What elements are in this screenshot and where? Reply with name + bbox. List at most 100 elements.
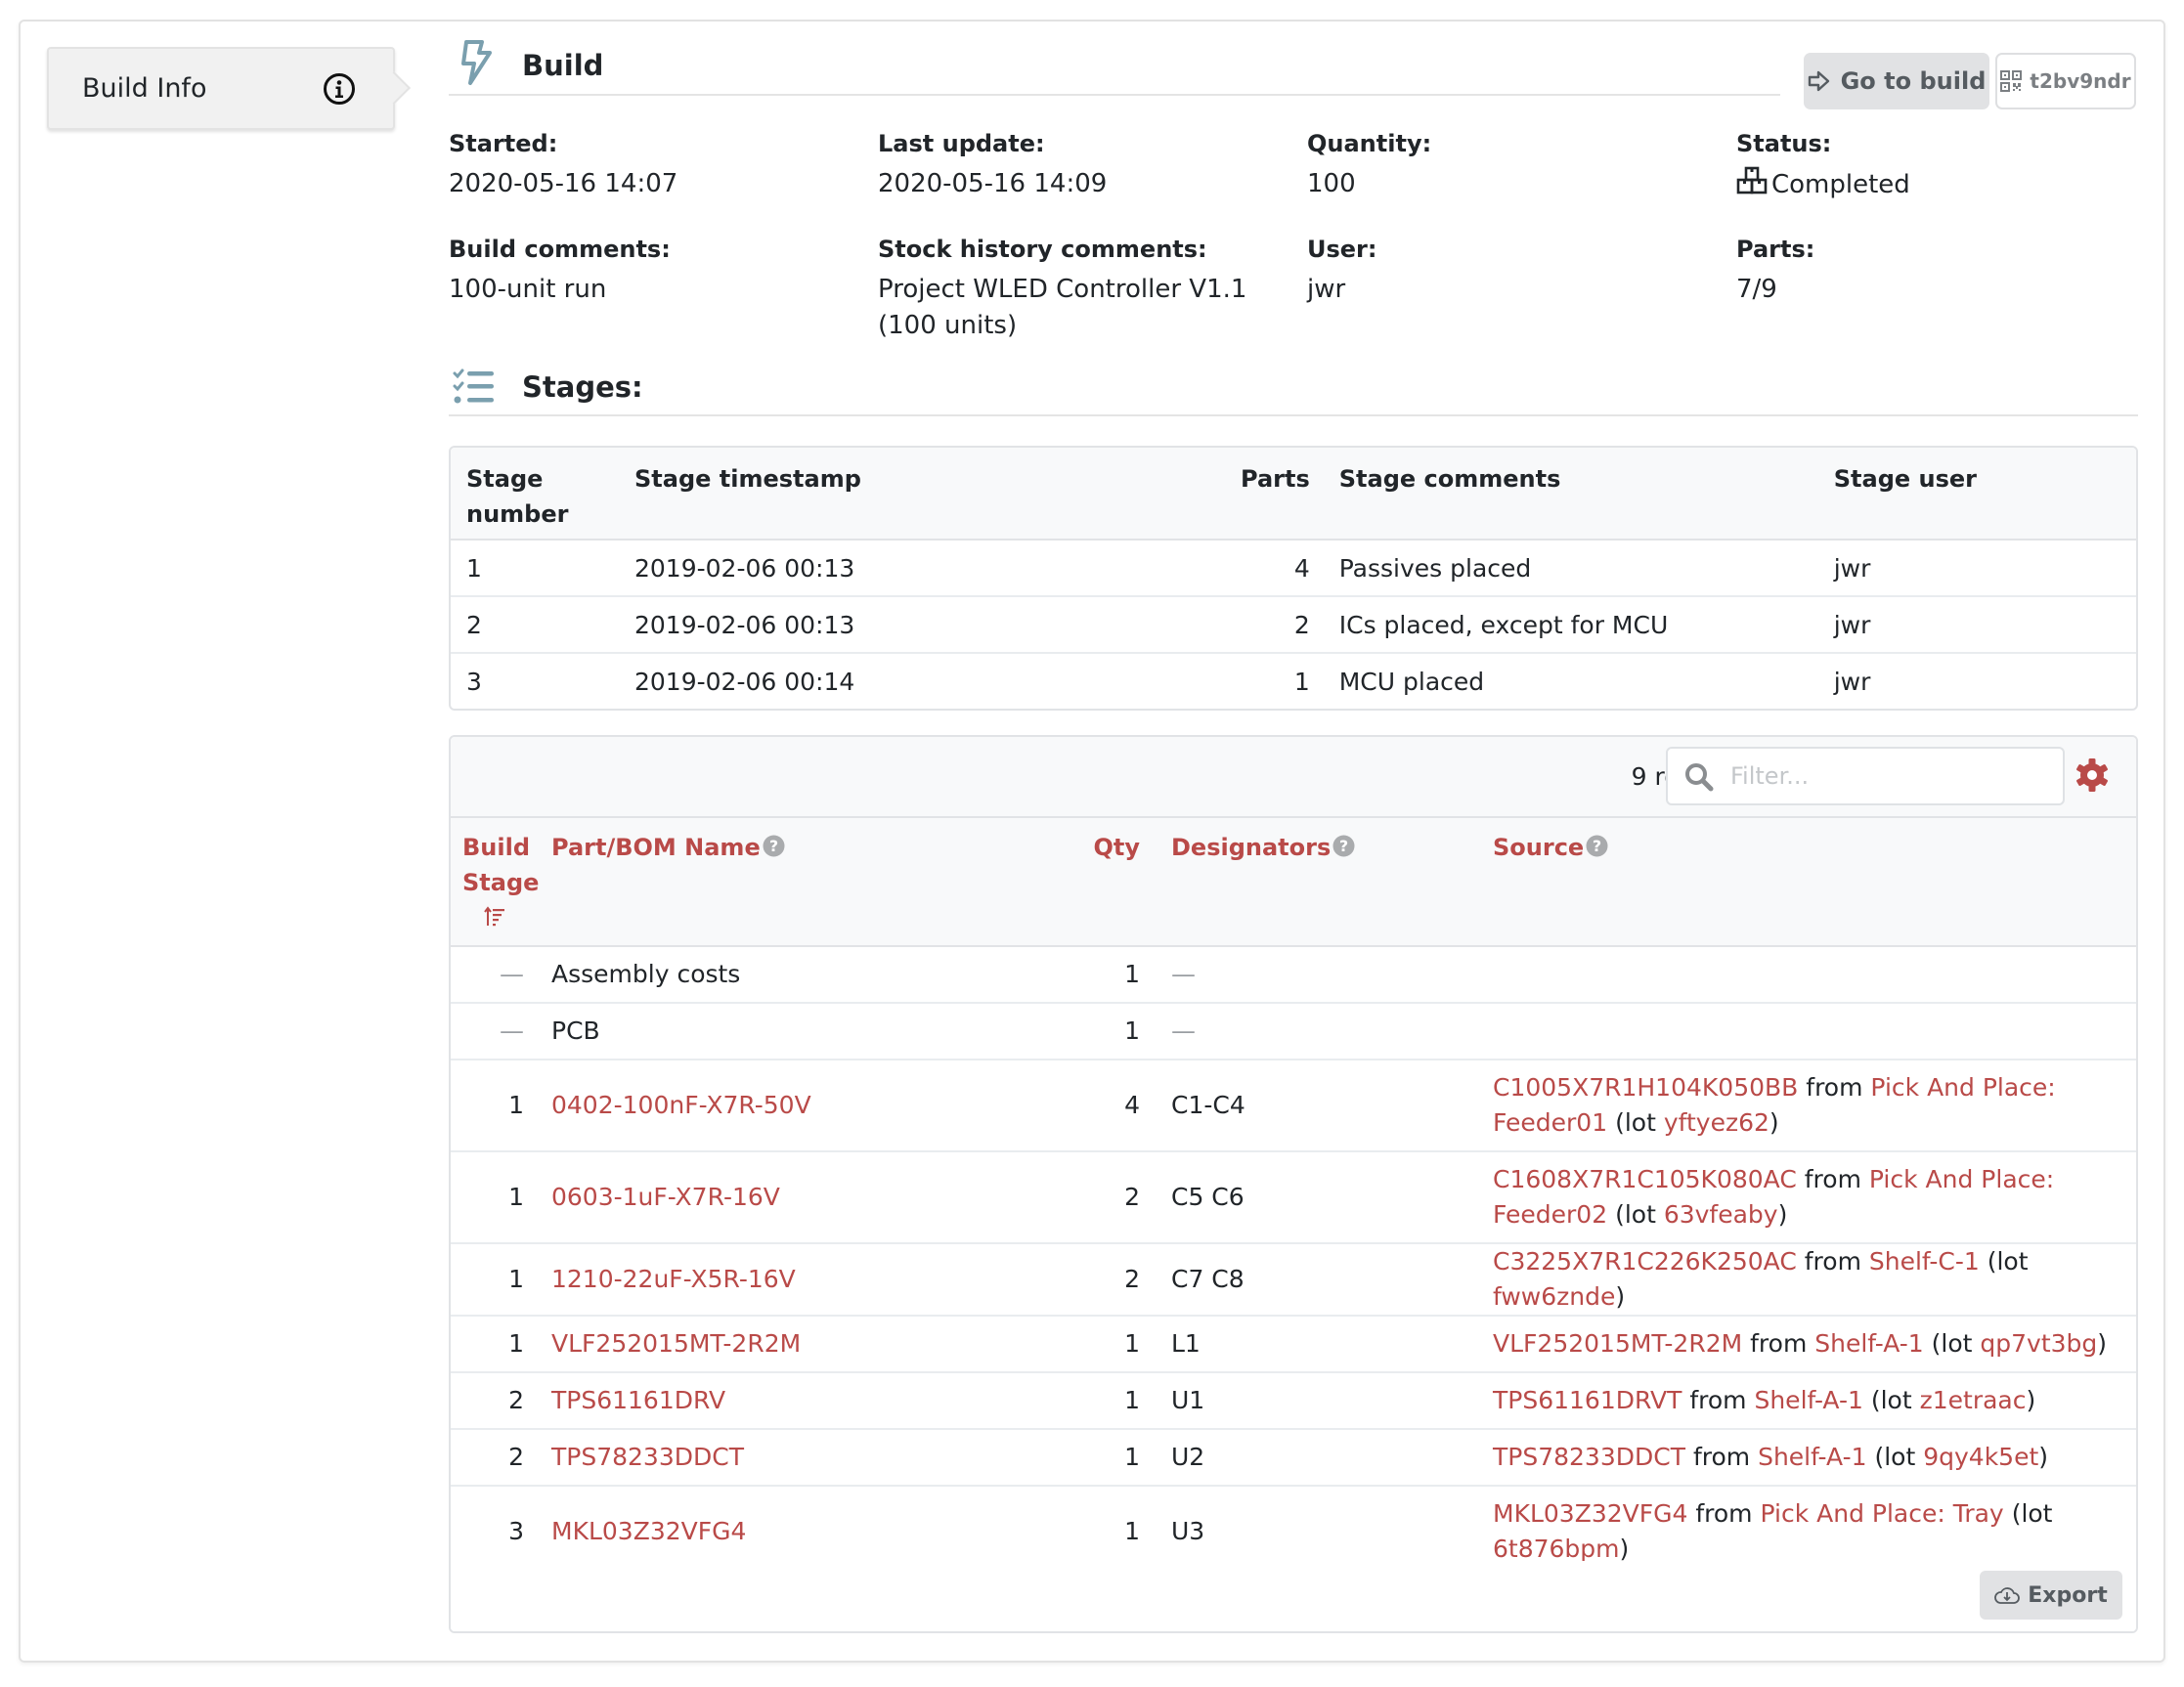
help-icon[interactable]: ? [1332, 835, 1355, 857]
filter-field[interactable] [1666, 747, 2065, 805]
gear-icon[interactable] [2074, 757, 2111, 794]
designators-cell: U2 [1158, 1429, 1493, 1487]
quantity-field: Quantity: 100 [1307, 125, 1718, 202]
filter-input[interactable] [1728, 757, 2051, 796]
source-mpn-link[interactable]: C1005X7R1H104K050BB [1493, 1073, 1798, 1102]
source-lot-prefix: (lot [2011, 1499, 2053, 1528]
part-name-cell: VLF252015MT-2R2M [551, 1316, 1021, 1373]
stages-title: Stages: [522, 370, 643, 404]
col-build-stage-label-1: Build [462, 834, 531, 861]
stage-parts: 4 [1225, 540, 1310, 597]
parts-field: Parts: 7/9 [1736, 231, 2147, 308]
qty-cell: 1 [1021, 1429, 1158, 1487]
source-lot-link[interactable]: fww6znde [1493, 1282, 1615, 1311]
source-from-text: from [1750, 1329, 1808, 1358]
source-lot-link[interactable]: qp7vt3bg [1980, 1329, 2097, 1358]
parts-table-panel: 9 rows Build [449, 735, 2138, 1633]
export-button[interactable]: Export [1980, 1571, 2122, 1620]
help-icon[interactable]: ? [1586, 835, 1608, 857]
qr-code-button[interactable]: t2bv9ndr [1995, 53, 2136, 109]
source-from-text: from [1692, 1443, 1751, 1471]
arrow-right-icon [1808, 70, 1829, 92]
parts-label: Parts: [1736, 236, 1815, 263]
col-qty[interactable]: Qty [1021, 818, 1158, 947]
source-location-link[interactable]: Shelf-A-1 [1814, 1329, 1923, 1358]
source-mpn-link[interactable]: TPS61161DRVT [1493, 1386, 1682, 1414]
designators-cell: C7 C8 [1158, 1243, 1493, 1317]
col-designators[interactable]: Designators? [1158, 818, 1493, 947]
status-value: Completed [1771, 170, 1910, 199]
part-link[interactable]: 0402-100nF-X7R-50V [551, 1091, 811, 1119]
part-link[interactable]: VLF252015MT-2R2M [551, 1329, 801, 1358]
source-lot-suffix: ) [1619, 1535, 1630, 1563]
part-row: 1 0603-1uF-X7R-16V 2 C5 C6 C1608X7R1C105K080… [451, 1151, 2136, 1244]
bolt-icon [461, 40, 492, 85]
build-stage-cell: — [451, 1003, 551, 1060]
status-field: Status: Completed [1736, 125, 2147, 203]
part-name-cell: 0603-1uF-X7R-16V [551, 1151, 1021, 1244]
source-location-link[interactable]: Pick And Place: Tray [1761, 1499, 2004, 1528]
qty-cell: 1 [1021, 1003, 1158, 1060]
stage-comments: Passives placed [1309, 540, 1818, 597]
build-stage-cell: 1 [451, 1243, 551, 1317]
col-stage-comments: Stage comments [1309, 448, 1818, 541]
source-location-link[interactable]: Shelf-A-1 [1758, 1443, 1866, 1471]
part-name-cell: Assembly costs [551, 946, 1021, 1004]
col-stage-parts: Parts [1225, 448, 1310, 541]
source-lot-prefix: (lot [1615, 1108, 1656, 1137]
part-row: 2 TPS61161DRV 1 U1 TPS61161DRVT from Shelf-A… [451, 1372, 2136, 1430]
source-mpn-link[interactable]: C3225X7R1C226K250AC [1493, 1247, 1797, 1276]
svg-text:?: ? [769, 837, 778, 855]
source-location-link[interactable]: Shelf-A-1 [1754, 1386, 1862, 1414]
source-lot-suffix: ) [1777, 1200, 1788, 1229]
source-lot-prefix: (lot [1615, 1200, 1656, 1229]
sidebar-item-build-info[interactable]: Build Info [47, 47, 395, 130]
source-lot-link[interactable]: 63vfeaby [1664, 1200, 1778, 1229]
source-lot-suffix: ) [1769, 1108, 1779, 1137]
build-stage-cell: 1 [451, 1151, 551, 1244]
stage-timestamp: 2019-02-06 00:13 [619, 596, 1225, 654]
build-comments-value: 100-unit run [449, 275, 607, 304]
source-mpn-link[interactable]: TPS78233DDCT [1493, 1443, 1685, 1471]
source-location-link[interactable]: Shelf-C-1 [1869, 1247, 1980, 1276]
source-mpn-link[interactable]: MKL03Z32VFG4 [1493, 1499, 1687, 1528]
part-link[interactable]: 0603-1uF-X7R-16V [551, 1183, 780, 1211]
stage-row: 3 2019-02-06 00:14 1 MCU placed jwr [451, 653, 2136, 709]
quantity-label: Quantity: [1307, 130, 1432, 157]
col-source-label: Source [1493, 834, 1585, 861]
stages-header-row: Stage number Stage timestamp Parts Stage… [451, 448, 2136, 541]
source-lot-link[interactable]: z1etraac [1920, 1386, 2027, 1414]
part-name-cell: 0402-100nF-X7R-50V [551, 1060, 1021, 1152]
col-source[interactable]: Source? [1493, 818, 2136, 947]
part-link[interactable]: MKL03Z32VFG4 [551, 1517, 746, 1545]
build-comments-label: Build comments: [449, 236, 671, 263]
source-lot-link[interactable]: 6t876bpm [1493, 1535, 1620, 1563]
col-designators-label: Designators [1171, 834, 1332, 861]
sidebar-item-label: Build Info [82, 73, 207, 104]
source-mpn-link[interactable]: C1608X7R1C105K080AC [1493, 1165, 1797, 1193]
part-name: Assembly costs [551, 960, 741, 988]
parts-table-body: — Assembly costs 1— — PCB 1—1 0402-100nF-X7R-5… [451, 946, 2136, 1579]
go-to-build-button[interactable]: Go to build [1804, 53, 1989, 109]
qr-code-icon [2000, 70, 2023, 92]
source-cell: C3225X7R1C226K250AC from Shelf-C-1 (lot … [1493, 1243, 2136, 1317]
source-lot-suffix: ) [2097, 1329, 2108, 1358]
source-lot-link[interactable]: yftyez62 [1664, 1108, 1769, 1137]
stage-comments: MCU placed [1338, 668, 1485, 696]
stage-comments: ICs placed, except for MCU [1309, 596, 1818, 654]
stage-timestamp: 2019-02-06 00:14 [634, 668, 855, 696]
part-row: — PCB 1— [451, 1003, 2136, 1060]
source-mpn-link[interactable]: VLF252015MT-2R2M [1493, 1329, 1742, 1358]
source-cell: VLF252015MT-2R2M from Shelf-A-1 (lot qp7… [1493, 1316, 2136, 1373]
part-link[interactable]: TPS61161DRV [551, 1386, 725, 1414]
source-cell: TPS78233DDCT from Shelf-A-1 (lot 9qy4k5e… [1493, 1429, 2136, 1487]
part-link[interactable]: TPS78233DDCT [551, 1443, 744, 1471]
col-part-name[interactable]: Part/BOM Name? [551, 818, 1021, 947]
col-build-stage[interactable]: Build Stage [451, 818, 551, 947]
parts-header-row: Build Stage Part/BOM Name? Qty Designato… [451, 818, 2136, 947]
designators-cell: C1-C4 [1158, 1060, 1493, 1152]
part-name-cell: TPS78233DDCT [551, 1429, 1021, 1487]
help-icon[interactable]: ? [763, 835, 785, 857]
part-link[interactable]: 1210-22uF-X5R-16V [551, 1265, 796, 1293]
source-lot-link[interactable]: 9qy4k5et [1923, 1443, 2038, 1471]
